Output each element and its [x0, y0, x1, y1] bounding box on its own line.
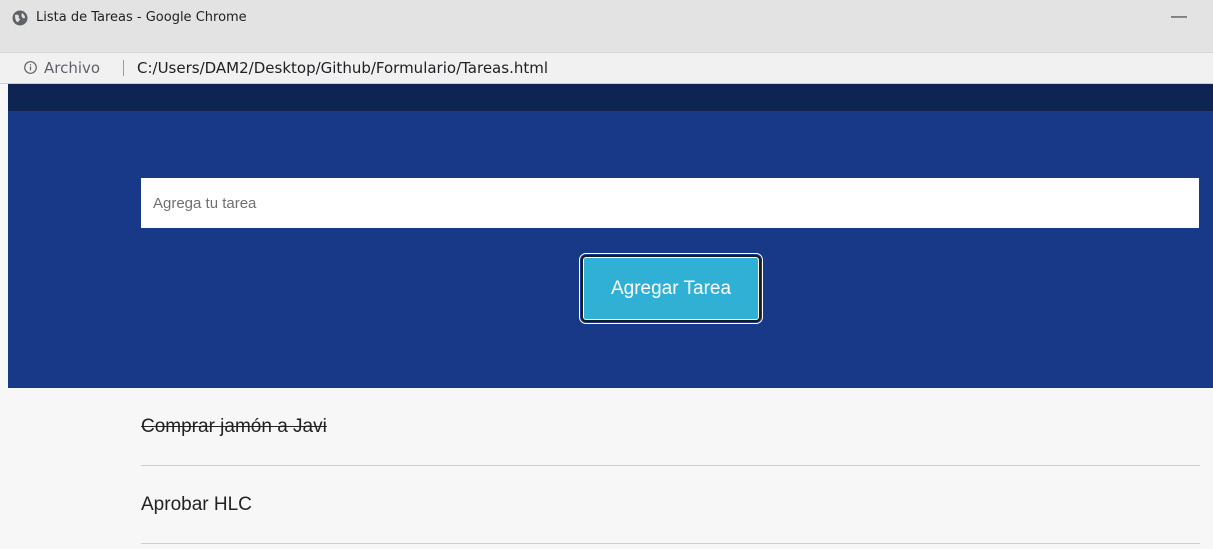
task-text: Aprobar HLC: [141, 494, 252, 515]
security-label[interactable]: Archivo: [44, 59, 100, 77]
task-item[interactable]: Aprobar HLC: [141, 466, 1200, 544]
address-separator: [123, 60, 124, 76]
task-text: Comprar jamón a Javi: [141, 416, 327, 437]
info-circle-icon[interactable]: [24, 61, 37, 74]
minimize-button[interactable]: —: [1171, 9, 1187, 25]
task-input[interactable]: [141, 178, 1199, 228]
title-row: Lista de Tareas - Google Chrome —: [0, 8, 1213, 28]
address-bar[interactable]: Archivo C:/Users/DAM2/Desktop/Github/For…: [0, 52, 1213, 84]
task-list: Comprar jamón a Javi Aprobar HLC: [141, 388, 1200, 544]
browser-title-bar: Lista de Tareas - Google Chrome —: [0, 0, 1213, 52]
globe-icon: [12, 10, 28, 26]
window-title: Lista de Tareas - Google Chrome: [36, 10, 247, 25]
task-form-section: [8, 111, 1213, 388]
url-text[interactable]: C:/Users/DAM2/Desktop/Github/Formulario/…: [137, 59, 548, 77]
add-task-button[interactable]: Agregar Tarea: [579, 253, 763, 324]
task-item-completed[interactable]: Comprar jamón a Javi: [141, 388, 1200, 466]
page-header-strip: [8, 84, 1213, 111]
